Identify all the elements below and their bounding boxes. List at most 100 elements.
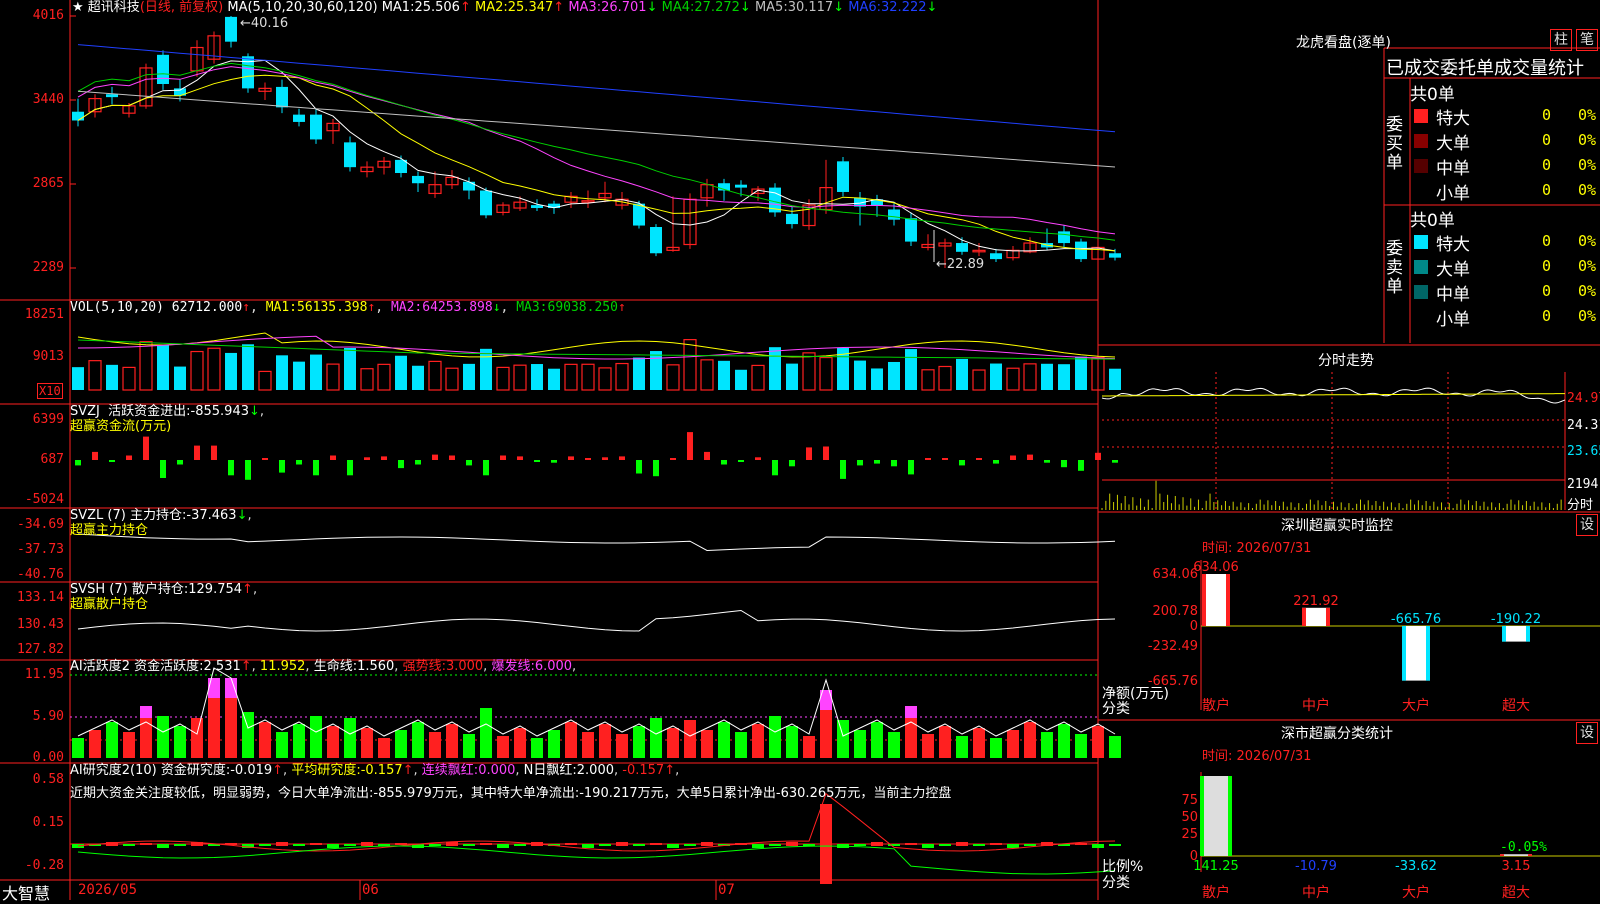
ma2-label: MA2: bbox=[475, 0, 508, 15]
fund-flow-bar bbox=[959, 460, 965, 466]
activity-bar bbox=[531, 738, 543, 758]
activity-bar bbox=[548, 730, 560, 758]
activity-bar bbox=[565, 722, 577, 758]
research-bar bbox=[276, 842, 288, 846]
research-bar bbox=[344, 844, 356, 846]
svzj-tick-2: -5024 bbox=[24, 492, 64, 507]
stock-chart-screen: ←40.16 ←22.89 634.06 200.78 0 -232.49 -665.76 6… bbox=[0, 0, 1600, 903]
monitor-bar-edge bbox=[1326, 607, 1330, 626]
date-label-2: 06 bbox=[362, 882, 379, 898]
vol-unit-badge: X10 bbox=[37, 383, 63, 399]
volume-bar-up bbox=[445, 367, 459, 391]
bar-mode-button[interactable]: 柱 bbox=[1550, 29, 1572, 51]
sell-orders-label: 委卖单 bbox=[1386, 239, 1403, 297]
candle-down bbox=[412, 175, 424, 184]
activity-bar bbox=[89, 730, 101, 758]
fund-flow-bar bbox=[75, 460, 81, 466]
activity-bar bbox=[1092, 726, 1104, 758]
volume-bar-up bbox=[683, 339, 697, 391]
fund-flow-bar bbox=[364, 457, 370, 460]
stock-name: 超讯科技 bbox=[87, 0, 140, 15]
volume-bar-up bbox=[921, 369, 935, 391]
tick-mode-button[interactable]: 笔 bbox=[1576, 29, 1598, 51]
vol-ma2-value: 64253.898 bbox=[422, 300, 493, 315]
classify-settings-button[interactable]: 设 bbox=[1576, 722, 1598, 744]
intraday-tick-2: 24.31 bbox=[1567, 418, 1600, 433]
fund-flow-bar bbox=[806, 447, 812, 460]
classify-tick: 75 bbox=[1181, 793, 1198, 808]
ai1-tick-2: 0.00 bbox=[32, 750, 64, 765]
research-bar bbox=[905, 843, 917, 845]
research-bar bbox=[667, 844, 679, 848]
monitor-bar-fill bbox=[1502, 626, 1530, 642]
svzl-value: -37.463 bbox=[186, 508, 237, 523]
candle-down bbox=[650, 226, 662, 254]
svsh-tick-0: 133.14 bbox=[17, 590, 64, 605]
ma-line-4 bbox=[77, 62, 1116, 241]
monitor-category: 超大 bbox=[1502, 698, 1530, 714]
ai2-streak-label: 连续飘红: bbox=[421, 763, 479, 778]
research-bar bbox=[310, 843, 322, 845]
svzl-header: SVZL (7) 主力持仓:-37.463↓, bbox=[70, 508, 252, 523]
fund-flow-bar bbox=[704, 451, 710, 460]
candle-down bbox=[735, 184, 747, 188]
ai2-comment: 近期大资金关注度较低，明显弱势，今日大单净流出:-855.979万元，其中特大单… bbox=[70, 786, 952, 801]
volume-bar-down bbox=[72, 367, 84, 390]
volume-bar-up bbox=[938, 365, 952, 391]
volume-bar-up bbox=[751, 364, 765, 391]
research-bar bbox=[1024, 844, 1036, 846]
chart-mode[interactable]: (日线, 前复权) bbox=[140, 0, 223, 15]
activity-bar bbox=[769, 716, 781, 758]
candle-down bbox=[990, 253, 1002, 260]
date-label-1: 2026/05 bbox=[78, 882, 138, 898]
volume-bar-up bbox=[564, 363, 578, 391]
volume-bar-up bbox=[802, 352, 816, 391]
research-bar bbox=[769, 844, 781, 846]
activity-bar bbox=[684, 720, 696, 758]
ai1-life: 1.560 bbox=[357, 659, 395, 674]
activity-bar bbox=[497, 736, 509, 758]
monitor-bar-edge bbox=[1426, 626, 1430, 681]
monitor-title: 深圳超赢实时监控 bbox=[1281, 518, 1393, 534]
research-bar bbox=[854, 844, 866, 846]
research-bar bbox=[701, 842, 713, 846]
intraday-tick-3: 23.65 bbox=[1567, 444, 1600, 459]
sell-swatch-0 bbox=[1414, 235, 1428, 249]
monitor-settings-button[interactable]: 设 bbox=[1576, 514, 1598, 536]
fund-flow-bar bbox=[636, 460, 642, 474]
monitor-tick: -232.49 bbox=[1148, 639, 1198, 654]
sell-row-count: 0 bbox=[1542, 307, 1552, 325]
volume-bar-up bbox=[190, 350, 204, 391]
svzj-label: 活跃资金进出: bbox=[108, 404, 191, 419]
monitor-bar-edge bbox=[1526, 626, 1530, 642]
classify-bar-value: 3.15 bbox=[1502, 859, 1531, 874]
sell-row-pct: 0% bbox=[1578, 232, 1597, 250]
monitor-bar-value: 634.06 bbox=[1193, 560, 1239, 575]
monitor-bar-edge bbox=[1202, 574, 1206, 626]
research-bar bbox=[497, 844, 509, 848]
candle-down bbox=[480, 190, 492, 216]
activity-bar bbox=[1058, 724, 1070, 758]
fund-flow-bar bbox=[908, 460, 914, 475]
vol-ma3-label: MA3: bbox=[516, 300, 548, 315]
fund-flow-bar bbox=[126, 455, 132, 460]
vol-ma3-arrow: ↑ bbox=[617, 300, 626, 315]
research-bar bbox=[429, 844, 441, 846]
price-tick-2: 2865 bbox=[32, 176, 64, 191]
fund-flow-bar bbox=[551, 460, 557, 463]
research-bar bbox=[140, 843, 152, 845]
activity-bar bbox=[463, 734, 475, 758]
sell-row-pct: 0% bbox=[1578, 307, 1597, 325]
monitor-tick: 0 bbox=[1190, 619, 1198, 634]
svsh-tick-2: 127.82 bbox=[17, 642, 64, 657]
buy-row-count: 0 bbox=[1542, 181, 1552, 199]
favorite-star-icon[interactable]: ★ bbox=[72, 0, 84, 15]
fund-flow-bar bbox=[398, 460, 404, 469]
monitor-tick: 200.78 bbox=[1153, 604, 1199, 619]
volume-bar-up bbox=[326, 363, 340, 391]
activity-bar bbox=[1075, 734, 1087, 758]
candle-down bbox=[1075, 241, 1087, 260]
volume-bar-up bbox=[258, 370, 272, 391]
activity-bar bbox=[1007, 730, 1019, 758]
volume-bar-down bbox=[225, 352, 237, 390]
